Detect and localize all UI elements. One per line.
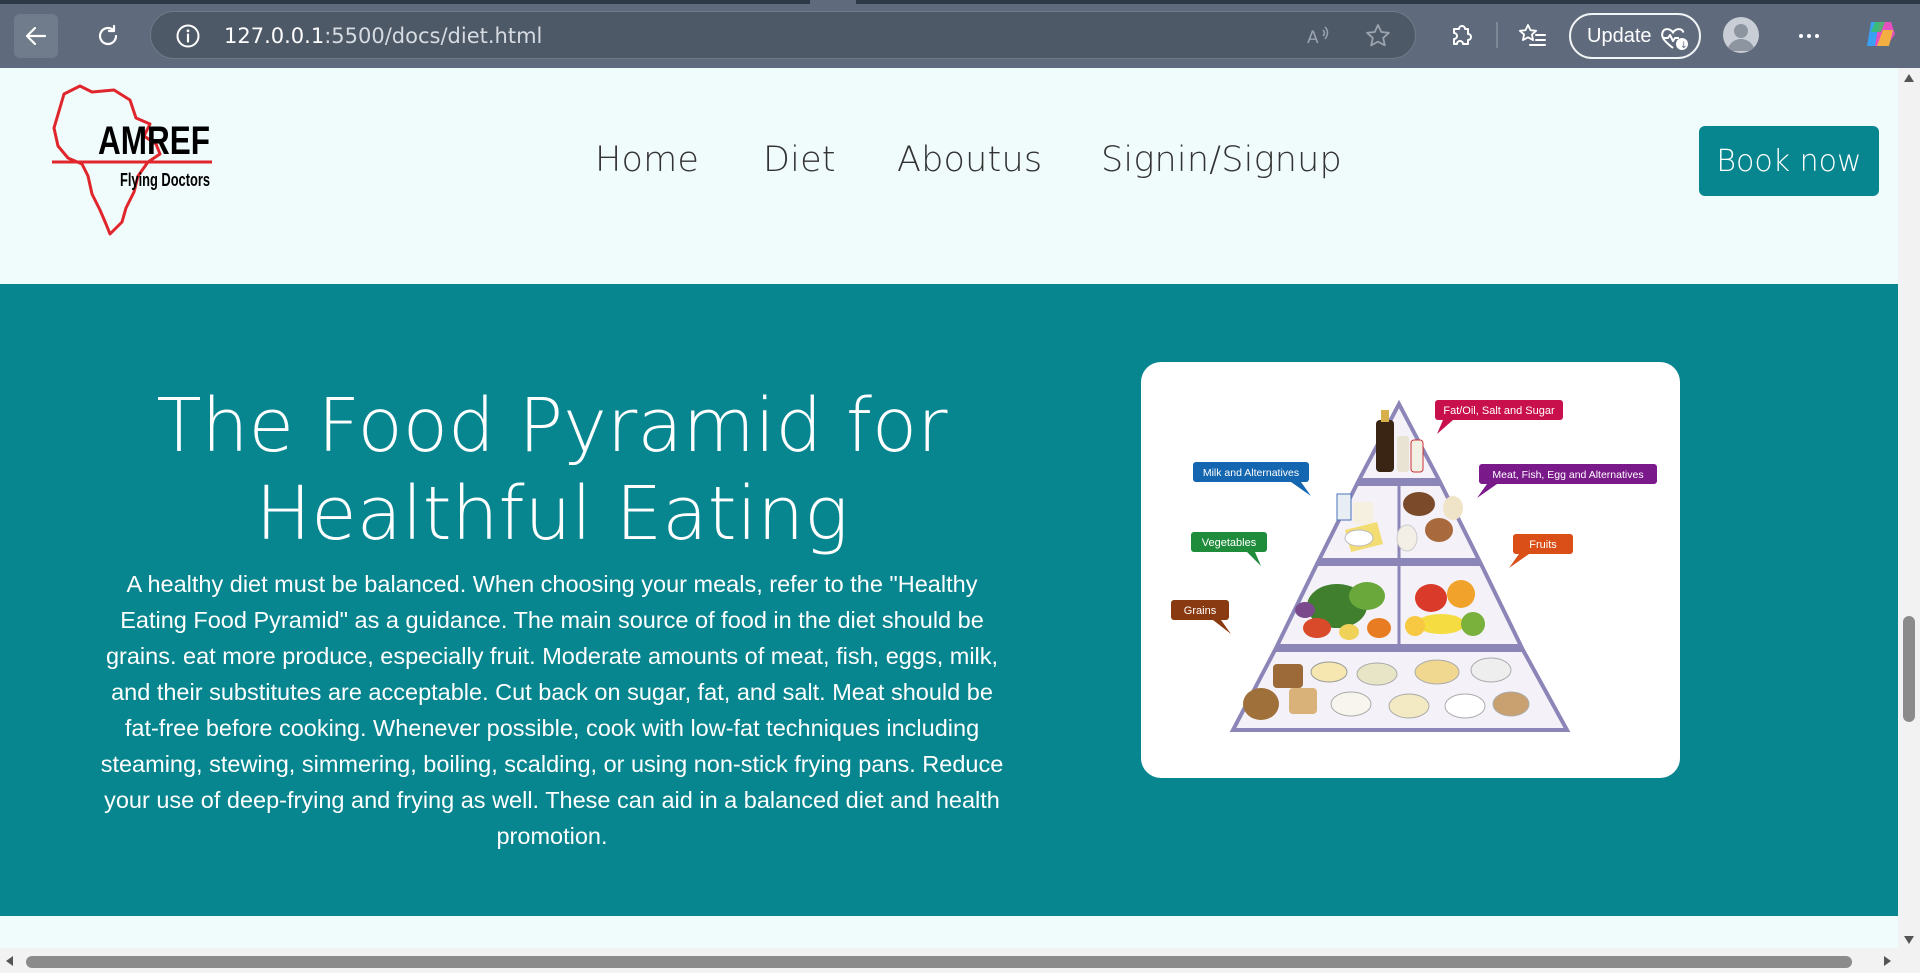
scrollbar-corner <box>1898 948 1920 973</box>
svg-text:Milk and Alternatives: Milk and Alternatives <box>1203 467 1299 479</box>
copilot-icon[interactable] <box>1863 16 1899 52</box>
vertical-scrollbar[interactable] <box>1898 68 1920 948</box>
more-options-icon[interactable] <box>1793 20 1825 52</box>
web-page: AMREF Flying Doctors Home Diet Aboutus S… <box>0 68 1898 948</box>
brand-name: AMREF <box>98 119 210 163</box>
svg-text:Fat/Oil, Salt and Sugar: Fat/Oil, Salt and Sugar <box>1443 405 1555 417</box>
label-fat-oil: Fat/Oil, Salt and Sugar <box>1435 400 1563 434</box>
pyramid-illustration: Fat/Oil, Salt and Sugar Milk and Alterna… <box>1171 399 1657 732</box>
label-grains: Grains <box>1171 600 1231 634</box>
horizontal-scroll-thumb[interactable] <box>26 956 1852 968</box>
tab-strip-edge <box>0 0 1920 4</box>
extensions-puzzle-icon[interactable] <box>1445 20 1477 52</box>
favorites-list-icon[interactable] <box>1516 20 1548 52</box>
svg-text:↓: ↓ <box>1680 41 1688 51</box>
amref-logo[interactable]: AMREF Flying Doctors <box>52 84 212 240</box>
section-title-line1: The Food Pyramid for <box>156 383 948 469</box>
scroll-left-arrow-icon[interactable] <box>6 956 13 966</box>
url-host: 127.0.0.1 <box>224 24 325 48</box>
next-section-edge <box>0 916 1898 948</box>
svg-text:Grains: Grains <box>1184 605 1217 617</box>
book-now-button[interactable]: Book now <box>1699 126 1879 196</box>
url-text[interactable]: 127.0.0.1:5500/docs/diet.html <box>224 24 542 48</box>
section-body: A healthy diet must be balanced. When ch… <box>100 571 1004 849</box>
label-fruits: Fruits <box>1509 534 1573 568</box>
url-path: :5500/docs/diet.html <box>324 24 543 48</box>
profile-avatar-icon[interactable] <box>1723 17 1759 53</box>
label-vegetables: Vegetables <box>1191 532 1267 566</box>
nav-link-diet[interactable]: Diet <box>763 140 836 180</box>
nav-link-aboutus[interactable]: Aboutus <box>897 140 1042 180</box>
reload-button[interactable] <box>86 14 130 58</box>
section-title: The Food Pyramid for Healthful Eating <box>100 382 1004 558</box>
nav-link-home[interactable]: Home <box>595 140 699 180</box>
vertical-scroll-thumb[interactable] <box>1903 616 1915 722</box>
label-meat: Meat, Fish, Egg and Alternatives <box>1477 464 1657 498</box>
food-pyramid-section: The Food Pyramid for Healthful Eating A … <box>0 284 1898 916</box>
heart-pulse-badge-icon: ↓ <box>1661 28 1688 51</box>
site-info-icon[interactable] <box>175 23 201 49</box>
update-button[interactable]: Update ↓ <box>1569 13 1701 59</box>
brand-sub: Flying Doctors <box>120 170 210 190</box>
favorite-star-icon[interactable] <box>1364 22 1392 50</box>
section-title-line2: Healthful Eating <box>255 471 849 557</box>
address-bar[interactable]: 127.0.0.1:5500/docs/diet.html A <box>150 11 1416 59</box>
svg-text:Vegetables: Vegetables <box>1202 537 1257 549</box>
update-label: Update <box>1587 25 1652 47</box>
site-header: AMREF Flying Doctors Home Diet Aboutus S… <box>0 68 1898 284</box>
food-pyramid-image: Fat/Oil, Salt and Sugar Milk and Alterna… <box>1141 362 1680 778</box>
back-button[interactable] <box>14 14 58 58</box>
toolbar-separator <box>1496 22 1498 48</box>
back-arrow-icon <box>25 26 47 46</box>
scroll-up-arrow-icon[interactable] <box>1904 74 1914 82</box>
browser-toolbar: 127.0.0.1:5500/docs/diet.html A Update ↓ <box>0 0 1920 68</box>
scroll-down-arrow-icon[interactable] <box>1904 936 1914 944</box>
read-aloud-icon[interactable]: A <box>1304 22 1332 50</box>
reload-icon <box>98 24 118 46</box>
svg-text:Meat, Fish, Egg and Alternativ: Meat, Fish, Egg and Alternatives <box>1492 469 1643 481</box>
label-milk: Milk and Alternatives <box>1193 462 1311 496</box>
scroll-right-arrow-icon[interactable] <box>1884 956 1891 966</box>
svg-text:Fruits: Fruits <box>1529 539 1557 551</box>
nav-link-signin[interactable]: Signin/Signup <box>1101 140 1342 180</box>
horizontal-scrollbar[interactable] <box>0 948 1898 973</box>
svg-text:A: A <box>1307 28 1319 48</box>
